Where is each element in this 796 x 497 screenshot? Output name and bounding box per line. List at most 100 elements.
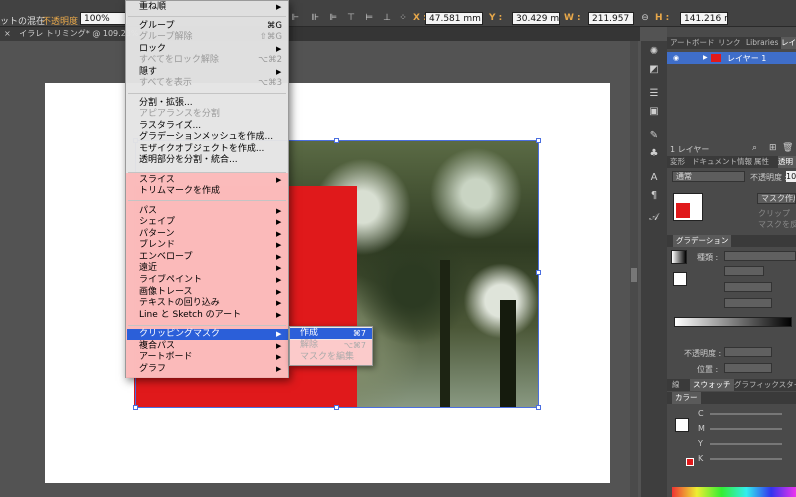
menu-item-perspective[interactable]: 遠近 — [139, 263, 157, 274]
menu-item-flatten-transparency[interactable]: 透明部分を分割・統合... — [139, 155, 238, 166]
magenta-slider[interactable] — [710, 428, 782, 430]
menu-item-expand[interactable]: 分割・拡張... — [139, 98, 193, 109]
menu-item-clipping-mask[interactable]: クリッピングマスク — [139, 329, 220, 340]
tab-artboards[interactable]: アートボード — [670, 37, 715, 49]
brush-icon[interactable]: ✎ — [648, 130, 660, 142]
gradient-aspect-field[interactable] — [724, 298, 772, 308]
align-left-icon[interactable]: ⊩ — [290, 13, 300, 23]
menu-item-blend[interactable]: ブレンド — [139, 240, 175, 251]
search-icon[interactable]: ⌕ — [752, 143, 757, 153]
fill-stroke-icon[interactable] — [673, 272, 687, 286]
menu-item-line-sketch[interactable]: Line と Sketch のアート — [139, 310, 241, 321]
align-bottom-icon[interactable]: ⊥ — [382, 13, 392, 23]
character-icon[interactable]: A — [648, 172, 660, 184]
gradient-swatch[interactable] — [671, 250, 687, 264]
document-tab[interactable]: × イラレ トリミング* @ 109.23% (C — [0, 27, 140, 41]
tab-libraries[interactable]: Libraries — [746, 37, 778, 49]
gradient-opacity-field[interactable] — [724, 347, 772, 357]
tab-attributes[interactable]: 属性 — [754, 156, 769, 168]
transparency-opacity-field[interactable]: 10 — [786, 171, 796, 182]
align-middle-icon[interactable]: ⊨ — [364, 13, 374, 23]
color-spectrum[interactable] — [672, 487, 796, 497]
delete-layer-icon[interactable]: 🗑 — [782, 143, 793, 153]
submenu-item-make[interactable]: 作成 — [300, 328, 318, 339]
opacity-field[interactable]: 100% — [80, 12, 128, 25]
menu-item-envelope[interactable]: エンベロープ — [139, 252, 192, 263]
tab-swatches[interactable]: スウォッチ — [690, 379, 734, 391]
eye-icon[interactable]: ◉ — [673, 54, 681, 62]
menu-item-path[interactable]: パス — [139, 206, 157, 217]
menu-item-artboards[interactable]: アートボード — [139, 352, 192, 363]
tab-gradient[interactable]: グラデーション — [673, 235, 732, 247]
gradient-type-select[interactable] — [724, 251, 796, 261]
menu-item-compound-path[interactable]: 複合パス — [139, 341, 175, 352]
invert-mask-label[interactable]: マスクを反 — [758, 219, 796, 230]
scrollbar-thumb[interactable] — [631, 268, 637, 282]
menu-item-lock[interactable]: ロック — [139, 44, 166, 55]
menu-item-graph[interactable]: グラフ — [139, 364, 166, 375]
tab-links[interactable]: リンク — [718, 37, 741, 49]
selection-handle[interactable] — [334, 405, 339, 410]
menu-item-trim-marks[interactable]: トリムマークを作成 — [139, 186, 220, 197]
x-field[interactable]: 47.581 mm — [425, 12, 483, 25]
close-icon[interactable]: × — [4, 29, 11, 38]
make-mask-button[interactable]: マスク作成 — [757, 193, 796, 204]
menu-item-rasterize[interactable]: ラスタライズ... — [139, 121, 201, 132]
tab-color[interactable]: カラー — [672, 392, 701, 404]
glyph-icon[interactable]: 𝒜 — [648, 212, 660, 224]
w-field[interactable]: 211.957 m — [588, 12, 634, 25]
fill-color-swatch[interactable] — [686, 458, 694, 466]
cyan-slider[interactable] — [710, 413, 782, 415]
menu-item-image-trace[interactable]: 画像トレース — [139, 287, 193, 298]
gradient-location-label: 位置 : — [697, 365, 719, 374]
tab-transform[interactable]: 変形 — [670, 156, 685, 168]
menu-item-slice[interactable]: スライス — [139, 175, 175, 186]
menu-item-hide[interactable]: 隠す — [139, 67, 157, 78]
menu-item-shape[interactable]: シェイプ — [139, 217, 175, 228]
fill-stroke-icon[interactable] — [675, 418, 689, 432]
menu-item-arrange[interactable]: 重ね順 — [139, 2, 166, 13]
layers-stack-icon[interactable]: ☰ — [648, 88, 660, 100]
selection-handle[interactable] — [536, 270, 541, 275]
align-right-icon[interactable]: ⊫ — [328, 13, 338, 23]
blend-mode-select[interactable]: 通常 — [672, 171, 745, 182]
gradient-slider[interactable] — [674, 317, 792, 327]
link-proportions-icon[interactable]: ⊖ — [640, 13, 650, 23]
gradient-location-field[interactable] — [724, 363, 772, 373]
menu-item-gradient-mesh[interactable]: グラデーションメッシュを作成... — [139, 132, 273, 143]
black-slider[interactable] — [710, 458, 782, 460]
menu-separator — [128, 16, 286, 17]
layer-name[interactable]: レイヤー 1 — [727, 53, 766, 64]
gradient-angle-field[interactable] — [724, 282, 772, 292]
selection-handle[interactable] — [536, 405, 541, 410]
new-layer-icon[interactable]: ⊞ — [769, 143, 777, 153]
menu-item-pattern[interactable]: パターン — [139, 229, 175, 240]
tab-graphic-styles[interactable]: グラフィックスタイ — [734, 379, 796, 391]
selection-handle[interactable] — [334, 138, 339, 143]
paragraph-icon[interactable]: ¶ — [648, 190, 660, 202]
navigator-icon[interactable]: ◩ — [648, 64, 660, 76]
submenu-arrow-icon: ▶ — [276, 68, 282, 76]
menu-item-mosaic[interactable]: モザイクオブジェクトを作成... — [139, 144, 264, 155]
tab-stroke[interactable]: 線 — [672, 379, 680, 391]
selection-handle[interactable] — [536, 138, 541, 143]
reference-point-icon[interactable]: ⁘ — [398, 13, 408, 23]
align-top-icon[interactable]: ⊤ — [346, 13, 356, 23]
gradient-edit-icons[interactable] — [724, 266, 764, 276]
align-center-icon[interactable]: ⊪ — [310, 13, 320, 23]
yellow-slider[interactable] — [710, 443, 782, 445]
y-field[interactable]: 30.429 mm — [512, 12, 560, 25]
menu-item-group[interactable]: グループ — [139, 21, 174, 32]
tab-document-info[interactable]: ドキュメント情報 — [692, 156, 752, 168]
tab-transparency[interactable]: 透明 — [778, 156, 796, 168]
sun-icon[interactable]: ✺ — [648, 46, 660, 58]
menu-item-text-wrap[interactable]: テキストの回り込み — [139, 298, 220, 309]
h-field[interactable]: 141.216 m — [680, 12, 728, 25]
tab-layers[interactable]: レイ — [781, 37, 796, 49]
artboards-icon[interactable]: ▣ — [648, 106, 660, 118]
menu-item-live-paint[interactable]: ライブペイント — [139, 275, 202, 286]
club-icon[interactable]: ♣ — [648, 148, 660, 160]
selection-handle[interactable] — [133, 405, 138, 410]
clip-checkbox-label[interactable]: クリップ — [758, 208, 790, 219]
expand-arrow-icon[interactable]: ▶ — [703, 54, 709, 62]
